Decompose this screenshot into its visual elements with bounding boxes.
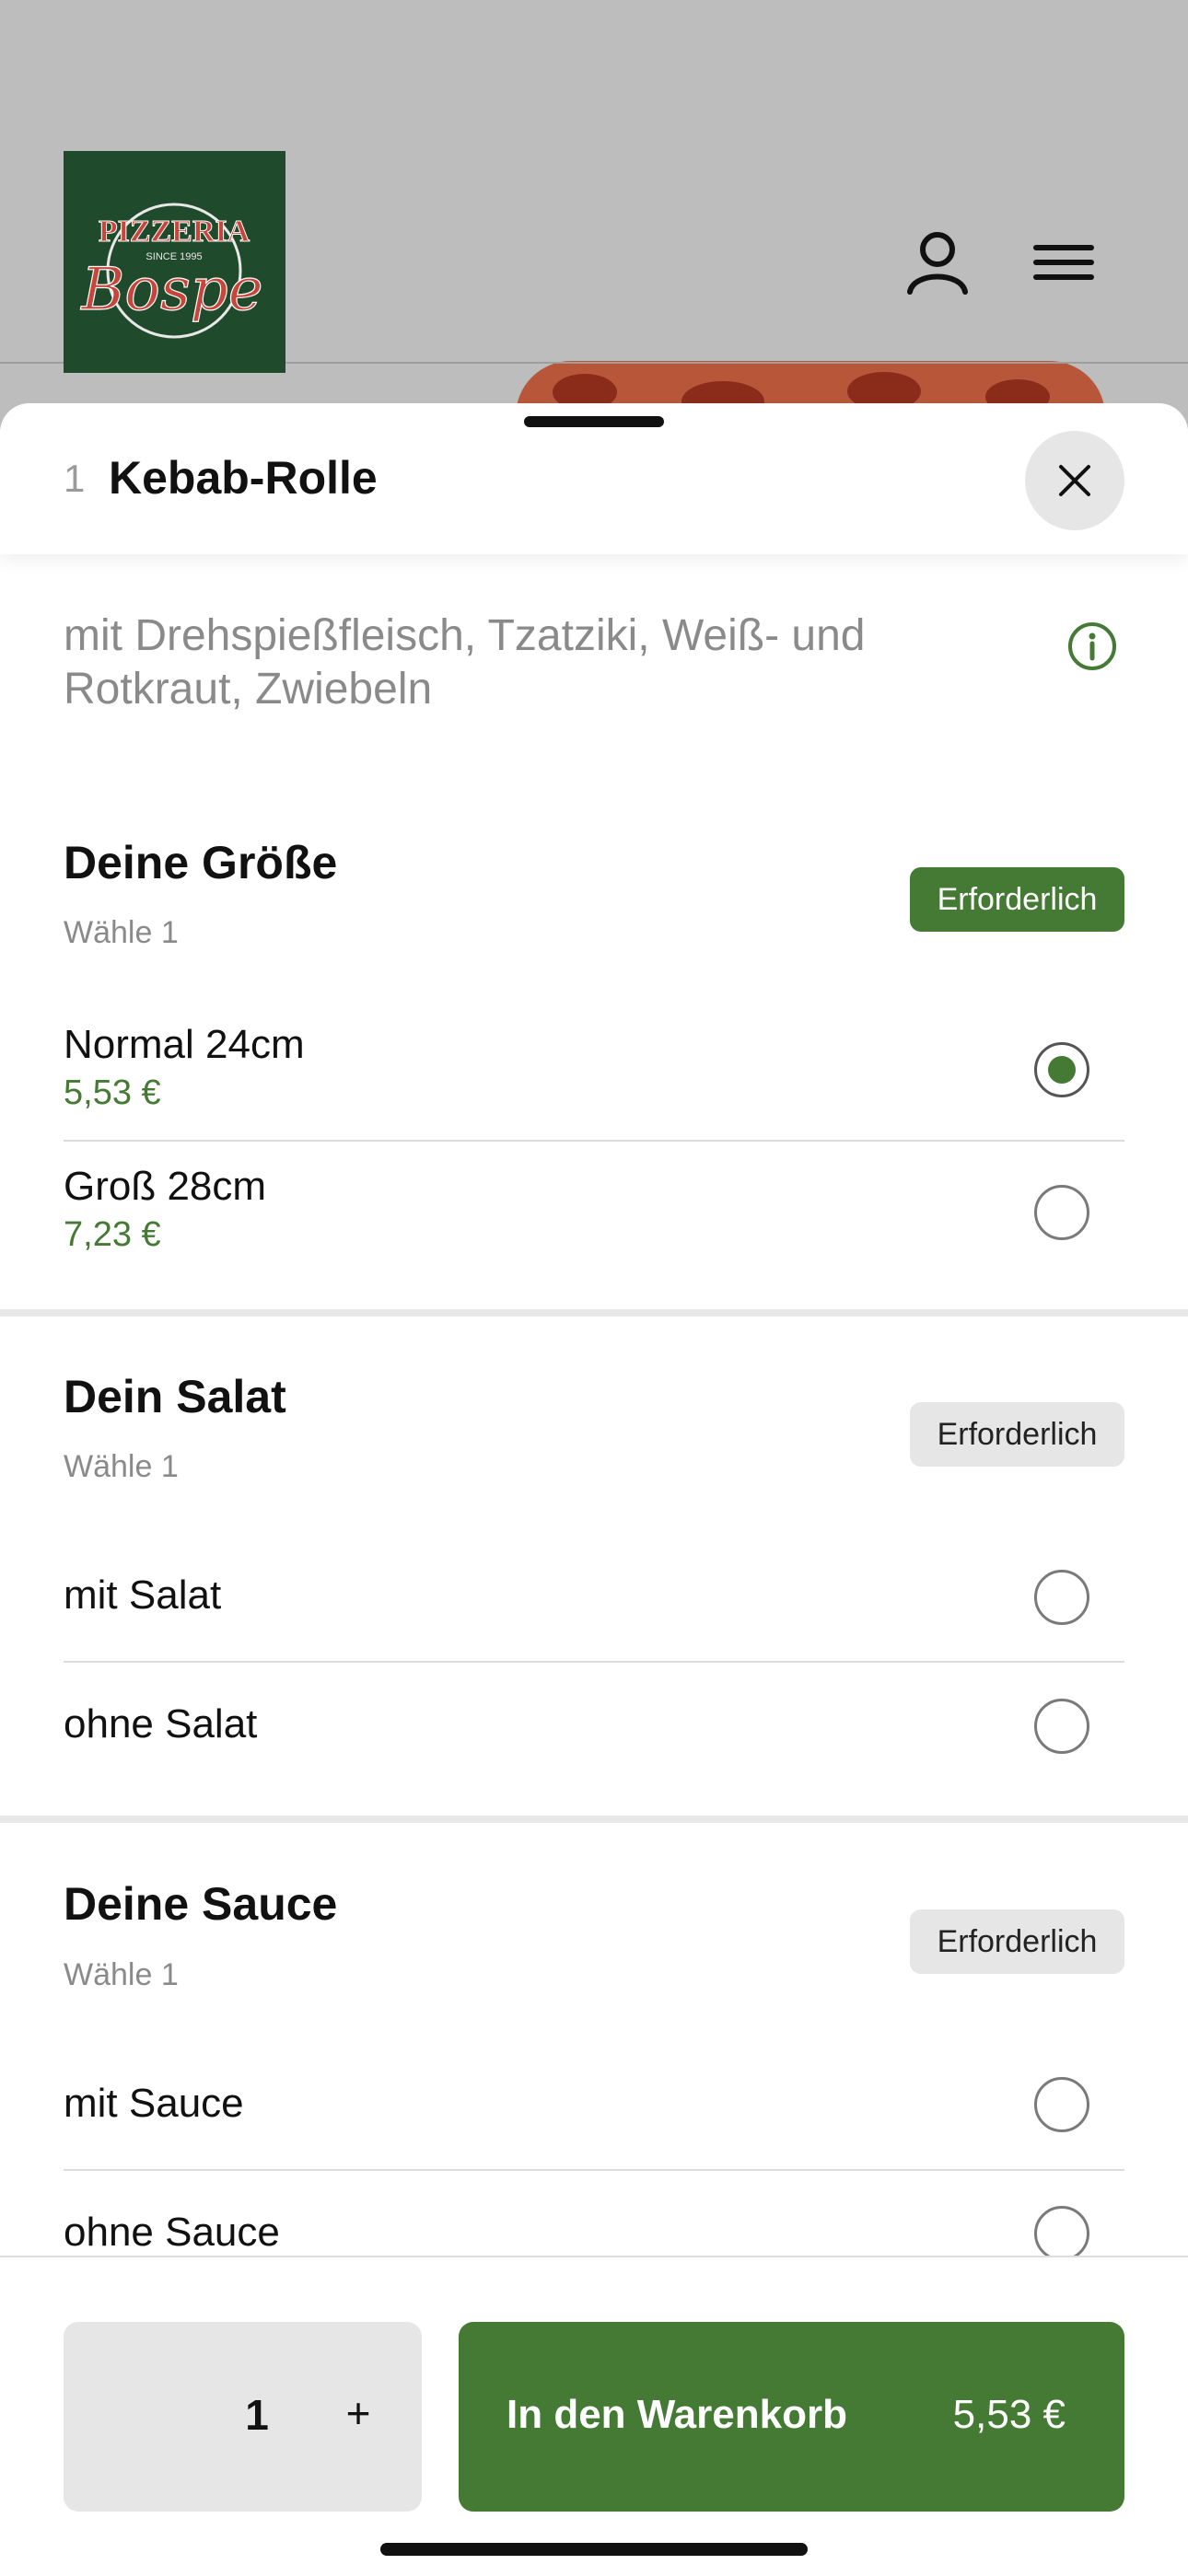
sheet-footer: 1 + In den Warenkorb 5,53 €	[0, 2256, 1188, 2576]
hamburger-menu-icon[interactable]	[1027, 226, 1101, 299]
svg-text:PIZZERIA: PIZZERIA	[99, 215, 250, 249]
radio-mit-sauce[interactable]	[1034, 2077, 1089, 2132]
home-indicator	[380, 2543, 808, 2556]
user-icon[interactable]	[901, 226, 974, 299]
quantity-value: 1	[245, 2391, 269, 2439]
section-separator	[0, 1309, 1188, 1317]
pizzeria-logo[interactable]: PIZZERIA SINCE 1995 Bospe	[64, 151, 285, 373]
add-to-cart-button[interactable]: In den Warenkorb 5,53 €	[459, 2322, 1124, 2512]
add-to-cart-price: 5,53 €	[952, 2392, 1066, 2437]
option-label-mit-sauce: mit Sauce	[64, 2081, 244, 2126]
sheet-grabber[interactable]	[524, 416, 664, 427]
radio-gross-28cm[interactable]	[1034, 1185, 1089, 1240]
group-title-salad: Dein Salat	[64, 1371, 286, 1422]
group-title-sauce: Deine Sauce	[64, 1878, 338, 1930]
group-title-size: Deine Größe	[64, 837, 338, 888]
group-subtitle-sauce: Wähle 1	[64, 1957, 179, 1992]
quantity-stepper: 1 +	[64, 2322, 422, 2512]
option-divider	[64, 1661, 1124, 1663]
item-title: Kebab-Rolle	[109, 452, 378, 504]
required-badge-salad: Erforderlich	[910, 1402, 1124, 1467]
option-label-gross: Groß 28cm	[64, 1164, 267, 1209]
close-button[interactable]	[1025, 431, 1124, 530]
option-label-ohne-salat: ohne Salat	[64, 1701, 258, 1746]
option-label-mit-salat: mit Salat	[64, 1572, 222, 1618]
item-description: mit Drehspießfleisch, Tzatziki, Weiß- un…	[64, 611, 866, 714]
product-sheet: 1 Kebab-Rolle mit Drehspießfleisch, Tzat…	[0, 403, 1188, 2574]
option-price-normal: 5,53 €	[64, 1073, 161, 1112]
option-price-gross: 7,23 €	[64, 1215, 161, 1254]
group-subtitle-size: Wähle 1	[64, 915, 179, 950]
required-badge-sauce: Erforderlich	[910, 1909, 1124, 1974]
close-icon	[1059, 465, 1090, 496]
radio-ohne-sauce[interactable]	[1034, 2206, 1089, 2261]
sheet-header: 1 Kebab-Rolle	[0, 403, 1188, 554]
info-icon[interactable]	[1066, 621, 1118, 672]
quantity-plus-button[interactable]: +	[331, 2388, 386, 2438]
option-label-normal: Normal 24cm	[64, 1022, 305, 1067]
radio-mit-salat[interactable]	[1034, 1570, 1089, 1625]
option-divider	[64, 1140, 1124, 1142]
required-badge-size: Erforderlich	[910, 867, 1124, 932]
section-separator	[0, 1816, 1188, 1823]
item-number: 1	[64, 457, 86, 500]
add-to-cart-label: In den Warenkorb	[507, 2392, 847, 2437]
page-header: PIZZERIA SINCE 1995 Bospe	[0, 0, 1188, 416]
radio-normal-24cm[interactable]	[1034, 1042, 1089, 1097]
svg-text:Bospe: Bospe	[80, 256, 262, 324]
radio-ohne-salat[interactable]	[1034, 1699, 1089, 1754]
option-divider	[64, 2169, 1124, 2171]
option-label-ohne-sauce: ohne Sauce	[64, 2210, 280, 2255]
group-subtitle-salad: Wähle 1	[64, 1449, 179, 1484]
